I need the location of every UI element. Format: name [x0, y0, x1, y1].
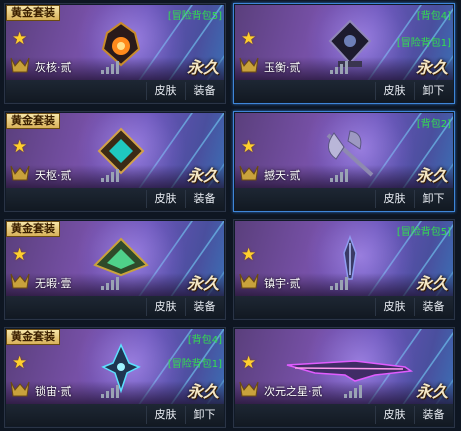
permanence-label: 永久 [415, 58, 448, 77]
star-icon: ★ [241, 29, 257, 49]
item-name: 无暇·壹 [35, 277, 72, 290]
unequip-button[interactable]: 卸下 [185, 406, 223, 424]
permanence-label: 永久 [186, 274, 219, 293]
rank-emblem-icon [239, 273, 259, 289]
rank-emblem-icon [10, 273, 30, 289]
card-footer: 皮肤 装备 [6, 188, 224, 210]
skin-button[interactable]: 皮肤 [146, 82, 184, 100]
star-icon: ★ [241, 137, 257, 157]
permanence-label: 永久 [186, 58, 219, 77]
star-icon: ★ [241, 353, 257, 373]
card-footer: 皮肤 装备 [235, 296, 453, 318]
item-name: 次元之星·贰 [264, 385, 323, 398]
rank-emblem-icon [10, 381, 30, 397]
rank-emblem-icon [239, 381, 259, 397]
star-icon: ★ [12, 245, 28, 265]
item-name: 灰核·贰 [35, 61, 72, 74]
rank-emblem-icon [10, 57, 30, 73]
skin-button[interactable]: 皮肤 [375, 190, 413, 208]
slot-label: [冒险背包5] [167, 11, 222, 22]
rank-emblem-icon [239, 57, 259, 73]
signal-bars-icon [101, 167, 123, 182]
permanence-label: 永久 [415, 274, 448, 293]
permanence-label: 永久 [186, 382, 219, 401]
unequip-button[interactable]: 卸下 [414, 82, 452, 100]
unequip-button[interactable]: 卸下 [414, 190, 452, 208]
item-card[interactable]: 黄金套装 ★ 天枢·贰 永久 皮肤 装备 [4, 111, 226, 212]
item-name: 镇宇·贰 [264, 277, 301, 290]
equip-button[interactable]: 装备 [185, 298, 223, 316]
skin-button[interactable]: 皮肤 [146, 298, 184, 316]
signal-bars-icon [330, 167, 352, 182]
item-card[interactable]: 黄金套装 ★ 无暇·壹 永久 皮肤 装备 [4, 219, 226, 320]
permanence-label: 永久 [186, 166, 219, 185]
item-card[interactable]: [背包2] ★ 撼天·贰 永久 皮肤 卸下 [233, 111, 455, 212]
skin-button[interactable]: 皮肤 [375, 82, 413, 100]
equip-button[interactable]: 装备 [185, 190, 223, 208]
skin-button[interactable]: 皮肤 [375, 298, 413, 316]
card-footer: 皮肤 卸下 [6, 404, 224, 426]
equip-button[interactable]: 装备 [414, 406, 452, 424]
inventory-grid: 黄金套装 [冒险背包5] ★ 灰核·贰 永久 皮肤 装备 [背包4] [冒险背包… [4, 3, 459, 429]
skin-button[interactable]: 皮肤 [375, 406, 413, 424]
signal-bars-icon [101, 59, 123, 74]
star-icon: ★ [241, 245, 257, 265]
signal-bars-icon [330, 59, 352, 74]
item-card[interactable]: [背包4] [冒险背包1] ★ 玉衡·贰 永久 皮肤 卸下 [233, 3, 455, 104]
item-name: 玉衡·贰 [264, 61, 301, 74]
slot-label: [冒险背包1] [396, 38, 451, 49]
skin-button[interactable]: 皮肤 [146, 190, 184, 208]
card-footer: 皮肤 卸下 [235, 80, 453, 102]
card-footer: 皮肤 装备 [6, 80, 224, 102]
signal-bars-icon [101, 383, 123, 398]
gold-set-tag: 黄金套装 [6, 5, 60, 21]
slot-label: [背包2] [416, 119, 451, 130]
item-card[interactable]: [冒险背包5] ★ 镇宇·贰 永久 皮肤 装备 [233, 219, 455, 320]
star-icon: ★ [12, 353, 28, 373]
permanence-label: 永久 [415, 382, 448, 401]
item-card[interactable]: 黄金套装 [背包4] [冒险背包1] ★ 锁宙·贰 永久 皮肤 卸下 [4, 327, 226, 428]
gold-set-tag: 黄金套装 [6, 113, 60, 129]
gold-set-tag: 黄金套装 [6, 329, 60, 345]
item-name: 锁宙·贰 [35, 385, 72, 398]
gold-set-tag: 黄金套装 [6, 221, 60, 237]
slot-label: [背包4] [416, 11, 451, 22]
signal-bars-icon [101, 275, 123, 290]
star-icon: ★ [12, 137, 28, 157]
card-footer: 皮肤 装备 [6, 296, 224, 318]
signal-bars-icon [330, 275, 352, 290]
signal-bars-icon [344, 383, 366, 398]
slot-label: [冒险背包1] [167, 359, 222, 370]
star-icon: ★ [12, 29, 28, 49]
equip-button[interactable]: 装备 [414, 298, 452, 316]
item-card[interactable]: ★ 次元之星·贰 永久 皮肤 装备 [233, 327, 455, 428]
slot-label: [冒险背包5] [396, 227, 451, 238]
equip-button[interactable]: 装备 [185, 82, 223, 100]
card-footer: 皮肤 装备 [235, 404, 453, 426]
slot-label: [背包4] [187, 335, 222, 346]
item-name: 撼天·贰 [264, 169, 301, 182]
permanence-label: 永久 [415, 166, 448, 185]
card-footer: 皮肤 卸下 [235, 188, 453, 210]
item-name: 天枢·贰 [35, 169, 72, 182]
item-art-rifle [286, 360, 414, 382]
skin-button[interactable]: 皮肤 [146, 406, 184, 424]
rank-emblem-icon [239, 165, 259, 181]
item-card[interactable]: 黄金套装 [冒险背包5] ★ 灰核·贰 永久 皮肤 装备 [4, 3, 226, 104]
rank-emblem-icon [10, 165, 30, 181]
